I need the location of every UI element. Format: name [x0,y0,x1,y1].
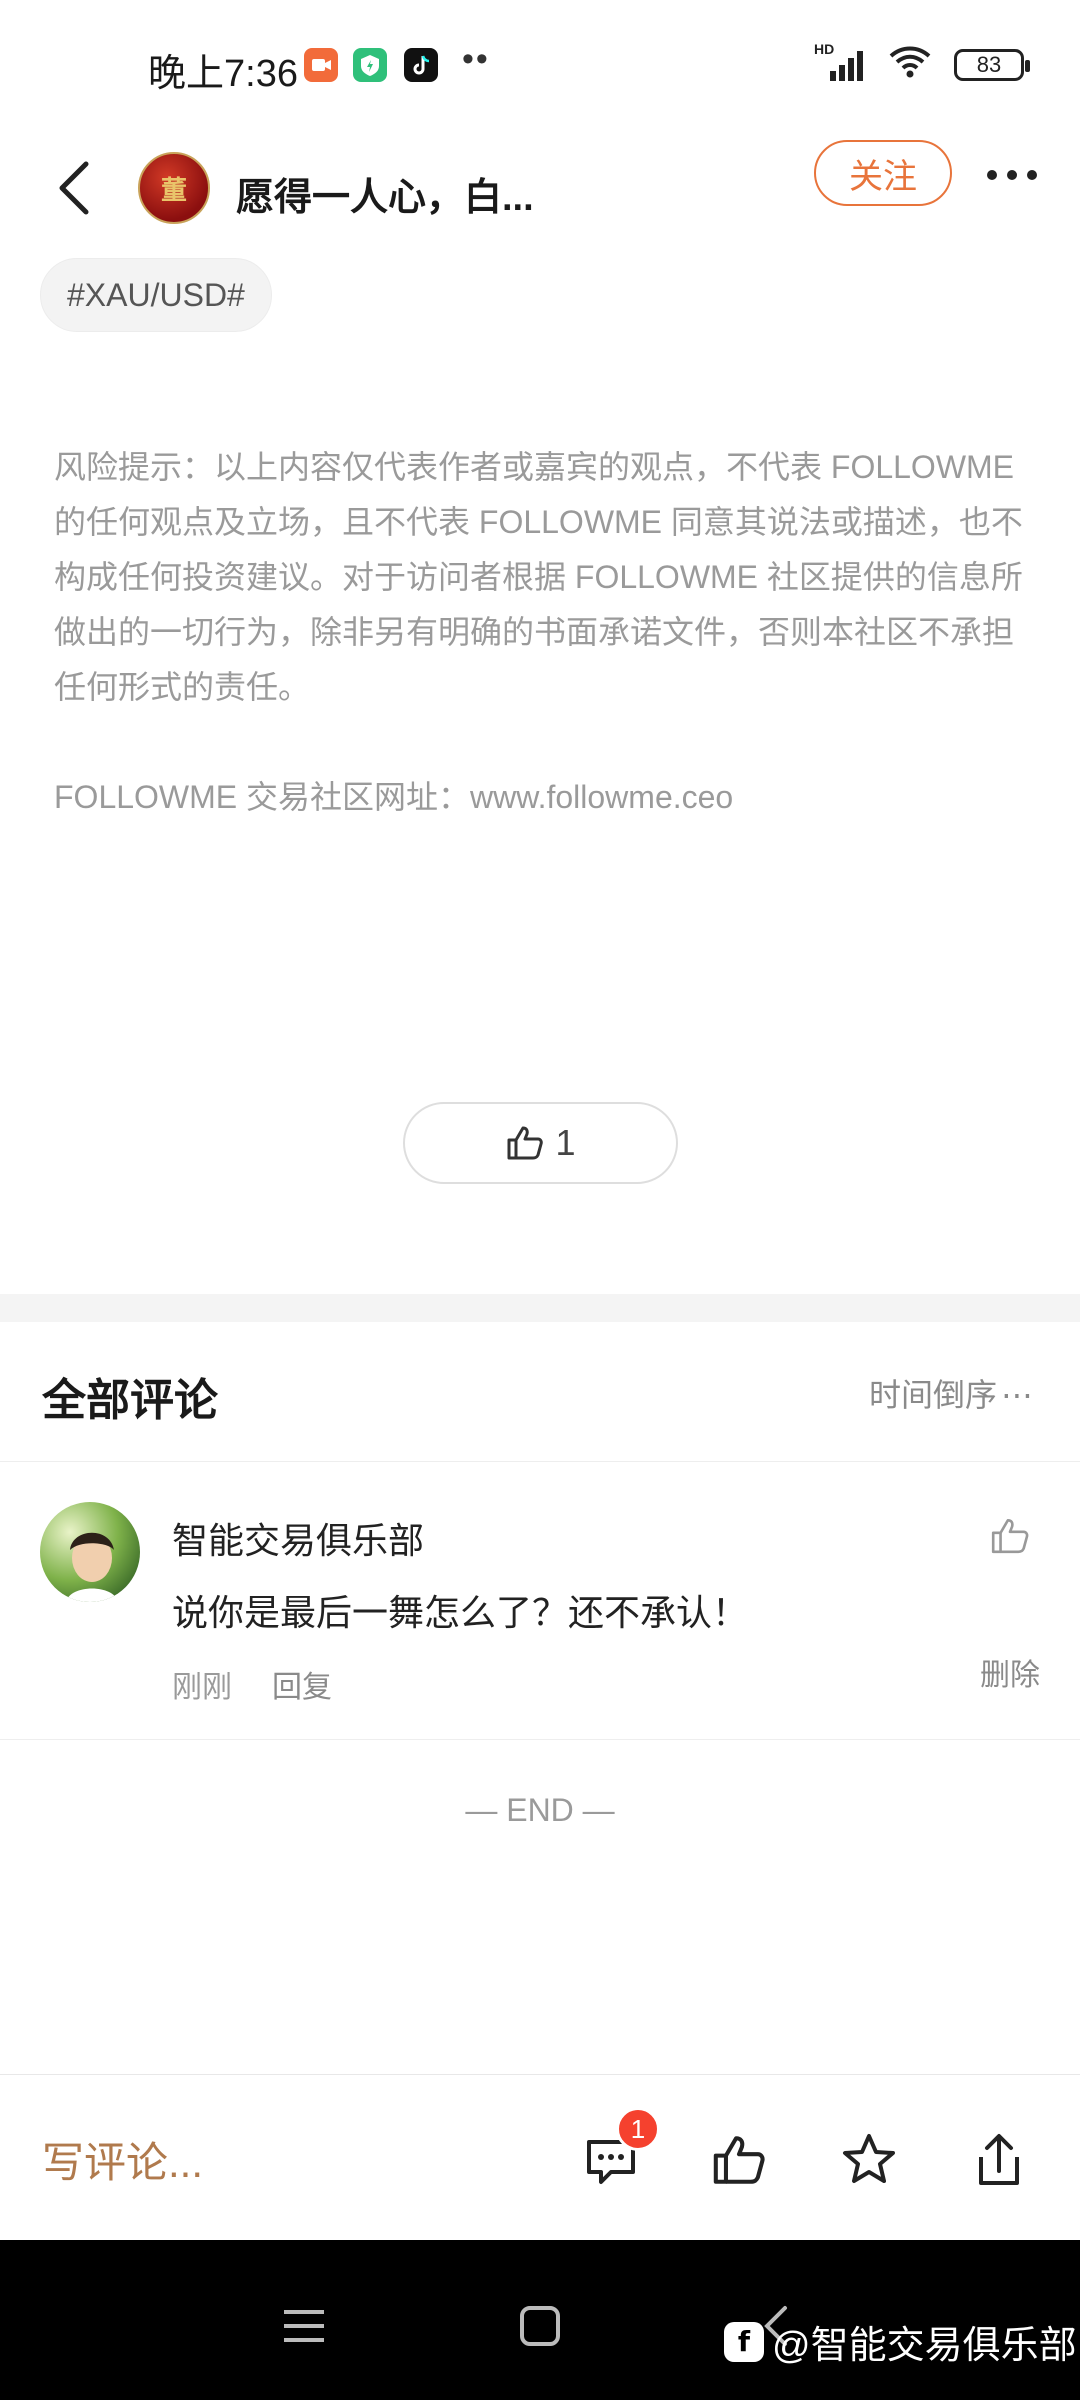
system-nav-bar: f @智能交易俱乐部 [0,2240,1080,2400]
post-like-count: 1 [555,1122,576,1163]
share-icon [979,2134,1019,2185]
more-options-button[interactable] [980,150,1044,200]
follow-button[interactable]: 关注 [814,140,952,206]
status-right-group: HD 83 [814,41,1030,85]
battery-icon: 83 [954,48,1030,81]
video-app-icon [304,48,338,82]
home-square-icon [520,2306,560,2346]
wifi-icon [888,44,932,85]
commenter-avatar[interactable] [40,1502,140,1602]
watermark-logo: f [724,2321,764,2362]
comment-text: 说你是最后一舞怎么了？还不承认！ [172,1592,749,1633]
tiktok-app-icon [404,48,438,82]
sort-order-label: 时间倒序 [868,1377,997,1413]
watermark-text: @智能交易俱乐部 [772,2325,1077,2367]
signal-icon: HD [814,41,866,83]
star-icon [843,2134,895,2183]
status-time: 晚上7:36 [148,53,298,95]
sort-more-icon: ⋯ [1001,1377,1034,1413]
commenter-name[interactable]: 智能交易俱乐部 [172,1512,424,1564]
shield-app-icon [353,48,387,82]
end-marker: — END — [465,1792,615,1828]
write-comment-input[interactable]: 写评论... [42,2129,203,2190]
author-avatar-text: 董 [160,175,187,206]
bottom-action-bar: 写评论... 1 [0,2074,1080,2240]
comments-header: 全部评论 时间倒序 ⋯ [0,1322,1080,1462]
favorite-button[interactable] [834,2125,904,2195]
comment-timestamp: 刚刚 [172,1671,232,1704]
like-button[interactable] [704,2125,774,2195]
comment-item: 智能交易俱乐部 说你是最后一舞怎么了？还不承认！ 刚刚 回复 删除 [0,1462,1080,1740]
author-name[interactable]: 愿得一人心，白... [236,166,534,221]
thumbs-up-icon [991,1518,1029,1554]
comments-title: 全部评论 [42,1376,218,1425]
status-bar: 晚上7:36 •• HD 83 [0,0,1080,130]
author-avatar[interactable]: 董 [138,152,210,224]
risk-disclaimer: 风险提示：以上内容仅代表作者或嘉宾的观点，不代表 FOLLOWME 的任何观点及… [54,449,1023,705]
comment-count-badge: 1 [616,2107,660,2151]
menu-icon [284,2310,324,2342]
comment-like-button[interactable] [980,1508,1040,1564]
comment-delete-button[interactable]: 删除 [980,1650,1040,1694]
battery-level: 83 [976,51,1002,77]
sort-order-button[interactable]: 时间倒序 ⋯ [869,1370,1034,1416]
share-button[interactable] [964,2125,1034,2195]
comments-button[interactable]: 1 [576,2107,660,2195]
more-dots-icon: •• [462,40,490,78]
more-dot-1 [987,170,997,180]
more-dot-2 [1007,170,1017,180]
video-watermark: f @智能交易俱乐部 [724,2314,1077,2369]
thumbs-up-icon [713,2136,765,2184]
chevron-left-icon [59,161,89,215]
more-dot-3 [1027,170,1037,180]
community-website: FOLLOWME 交易社区网址：www.followme.ceo [54,779,734,815]
section-divider [0,1294,1080,1322]
topic-tag[interactable]: #XAU/USD# [40,258,272,332]
home-button[interactable] [510,2296,570,2356]
recent-apps-button[interactable] [274,2296,334,2356]
comment-reply-button[interactable]: 回复 [272,1662,332,1706]
thumbs-up-icon [507,1126,544,1160]
post-like-button[interactable]: 1 [403,1102,678,1184]
back-button[interactable] [44,148,104,228]
post-header: 董 愿得一人心，白... 关注 [0,130,1080,250]
